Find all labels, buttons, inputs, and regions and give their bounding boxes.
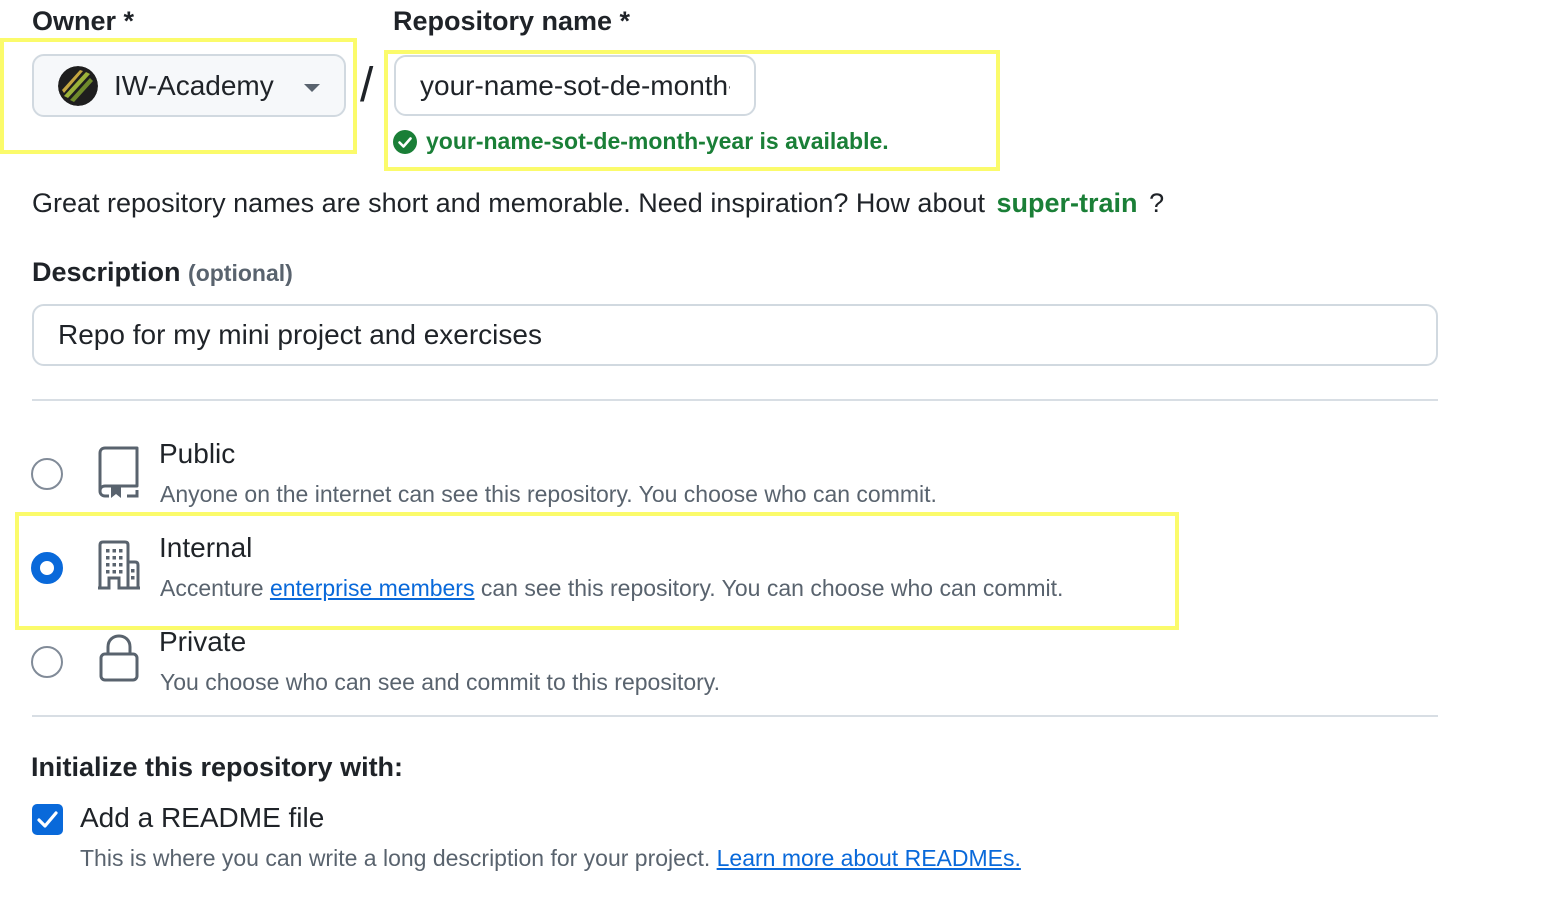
repo-icon	[98, 446, 139, 498]
enterprise-members-link[interactable]: enterprise members	[270, 575, 475, 601]
internal-desc-suffix: can see this repository. You can choose …	[480, 575, 1064, 601]
readme-desc-text: This is where you can write a long descr…	[80, 845, 711, 871]
description-label: Description (optional)	[32, 257, 293, 288]
readme-description: This is where you can write a long descr…	[80, 845, 1021, 872]
public-description: Anyone on the internet can see this repo…	[160, 481, 937, 507]
repo-name-hint: Great repository names are short and mem…	[32, 188, 1164, 219]
suggested-name-link[interactable]: super-train	[997, 188, 1138, 218]
availability-text: your-name-sot-de-month-year is available…	[426, 128, 889, 154]
internal-desc-prefix: Accenture	[160, 575, 264, 601]
owner-label: Owner *	[32, 6, 135, 36]
private-title: Private	[159, 626, 247, 657]
checkmark-icon	[37, 811, 58, 828]
owner-dropdown[interactable]: IW-Academy	[32, 54, 346, 117]
description-input[interactable]	[32, 304, 1438, 366]
lock-icon	[99, 634, 139, 682]
private-description: You choose who can see and commit to thi…	[160, 669, 720, 695]
initialize-label: Initialize this repository with:	[31, 752, 404, 782]
internal-description: Accenture enterprise members can see thi…	[160, 575, 1063, 602]
availability-message: your-name-sot-de-month-year is available…	[393, 128, 889, 155]
optional-tag: (optional)	[188, 260, 293, 286]
repo-name-label: Repository name *	[393, 6, 631, 36]
readme-learn-more-link[interactable]: Learn more about READMEs.	[717, 845, 1021, 871]
radio-private[interactable]	[31, 646, 63, 678]
divider	[32, 715, 1438, 717]
divider	[32, 399, 1438, 401]
organization-icon	[98, 540, 140, 590]
owner-repo-separator: /	[360, 59, 374, 112]
owner-name: IW-Academy	[114, 69, 274, 101]
description-label-text: Description	[32, 257, 181, 287]
radio-public[interactable]	[31, 458, 63, 490]
radio-internal[interactable]	[31, 552, 63, 584]
repo-name-input[interactable]	[394, 55, 756, 116]
owner-avatar	[58, 65, 98, 106]
public-title: Public	[159, 438, 236, 469]
internal-highlight	[15, 512, 1179, 630]
chevron-down-icon	[304, 84, 320, 92]
check-circle-icon	[393, 129, 417, 154]
hint-text: Great repository names are short and mem…	[32, 188, 985, 218]
internal-title: Internal	[159, 532, 253, 563]
readme-label[interactable]: Add a README file	[80, 802, 324, 834]
hint-suffix: ?	[1149, 188, 1165, 218]
owner-avatar-image	[58, 65, 98, 106]
readme-checkbox[interactable]	[32, 804, 63, 835]
